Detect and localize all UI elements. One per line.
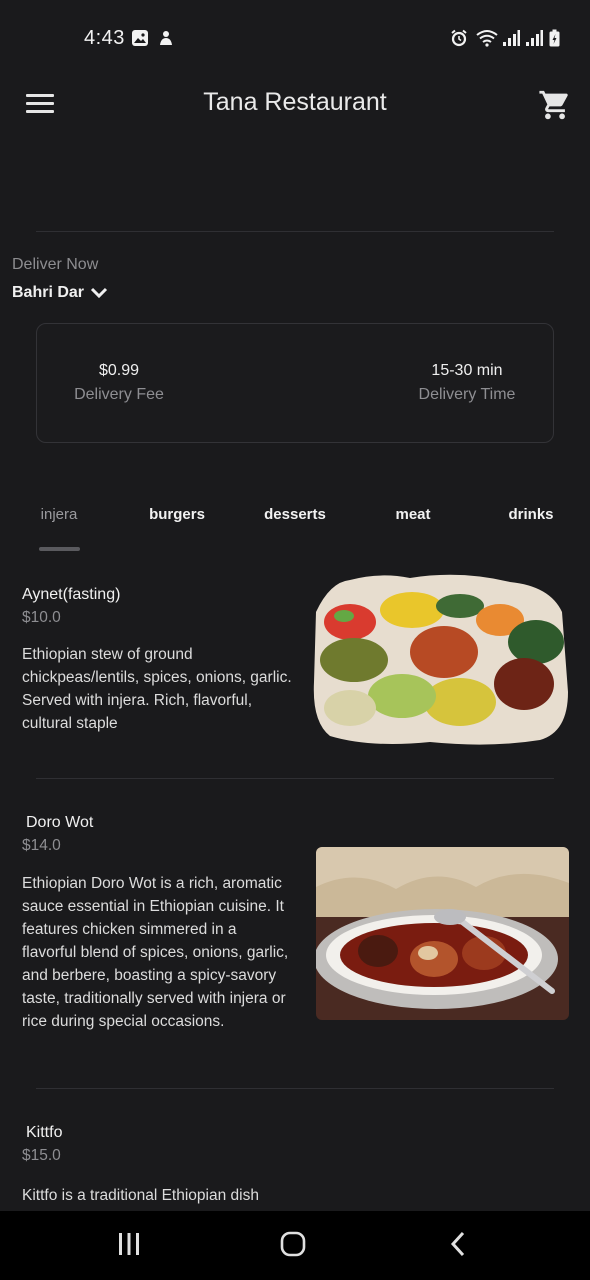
- delivery-fee-label: Delivery Fee: [74, 386, 164, 403]
- item-divider: [36, 778, 554, 779]
- alarm-icon: [451, 29, 467, 47]
- delivery-time-block: 15-30 min Delivery Time: [413, 362, 521, 404]
- tab-burgers[interactable]: burgers: [140, 506, 214, 523]
- item-price: $15.0: [22, 1147, 61, 1164]
- tab-injera[interactable]: injera: [30, 506, 88, 523]
- battery-icon: [549, 29, 560, 47]
- chevron-down-icon: [90, 287, 108, 298]
- tab-drinks[interactable]: drinks: [500, 506, 562, 523]
- delivery-fee-block: $0.99 Delivery Fee: [73, 362, 165, 404]
- item-price: $14.0: [22, 837, 61, 854]
- item-divider: [36, 1088, 554, 1089]
- recents-icon[interactable]: [116, 1231, 142, 1257]
- item-description: Ethiopian stew of ground chickpeas/lenti…: [22, 646, 292, 732]
- item-description: Kittfo is a traditional Ethiopian dish: [22, 1187, 259, 1204]
- delivery-time-value: 15-30 min: [431, 362, 503, 379]
- wifi-icon: [476, 30, 498, 47]
- header-divider: [36, 231, 554, 232]
- tab-desserts[interactable]: desserts: [256, 506, 334, 523]
- status-time: 4:43: [84, 27, 125, 49]
- item-name: Kittfo: [26, 1124, 63, 1141]
- item-name: Aynet(fasting): [22, 586, 121, 603]
- city-name: Bahri Dar: [12, 284, 85, 301]
- gallery-notification-icon: [132, 30, 148, 46]
- menu-item-card[interactable]: Aynet(fasting) $10.0 Ethiopian stew of g…: [0, 570, 590, 770]
- tab-meat[interactable]: meat: [384, 506, 442, 523]
- delivery-info-card: $0.99 Delivery Fee 15-30 min Delivery Ti…: [36, 323, 554, 443]
- delivery-fee-value: $0.99: [98, 362, 140, 379]
- deliver-now-label: Deliver Now: [12, 256, 99, 273]
- item-image: [316, 847, 569, 1020]
- back-icon[interactable]: [448, 1231, 470, 1257]
- menu-item-card[interactable]: Kittfo $15.0 Kittfo is a traditional Eth…: [0, 1110, 590, 1211]
- tab-indicator: [39, 547, 80, 551]
- system-navigation-bar: [0, 1211, 590, 1280]
- city-selector[interactable]: Bahri Dar: [12, 284, 108, 302]
- item-image: [313, 574, 568, 745]
- signal-icon-2: [526, 30, 543, 46]
- menu-item-card[interactable]: Doro Wot $14.0 Ethiopian Doro Wot is a r…: [0, 800, 590, 1070]
- signal-icon: [503, 30, 520, 46]
- shopping-cart-icon[interactable]: [538, 88, 572, 122]
- app-notification-icon: [160, 31, 172, 45]
- item-description: Ethiopian Doro Wot is a rich, aromatic s…: [22, 875, 289, 1030]
- item-name: Doro Wot: [26, 814, 94, 831]
- item-price: $10.0: [22, 609, 61, 626]
- home-icon[interactable]: [280, 1231, 306, 1257]
- delivery-time-label: Delivery Time: [418, 386, 516, 403]
- app-title: Tana Restaurant: [203, 88, 387, 116]
